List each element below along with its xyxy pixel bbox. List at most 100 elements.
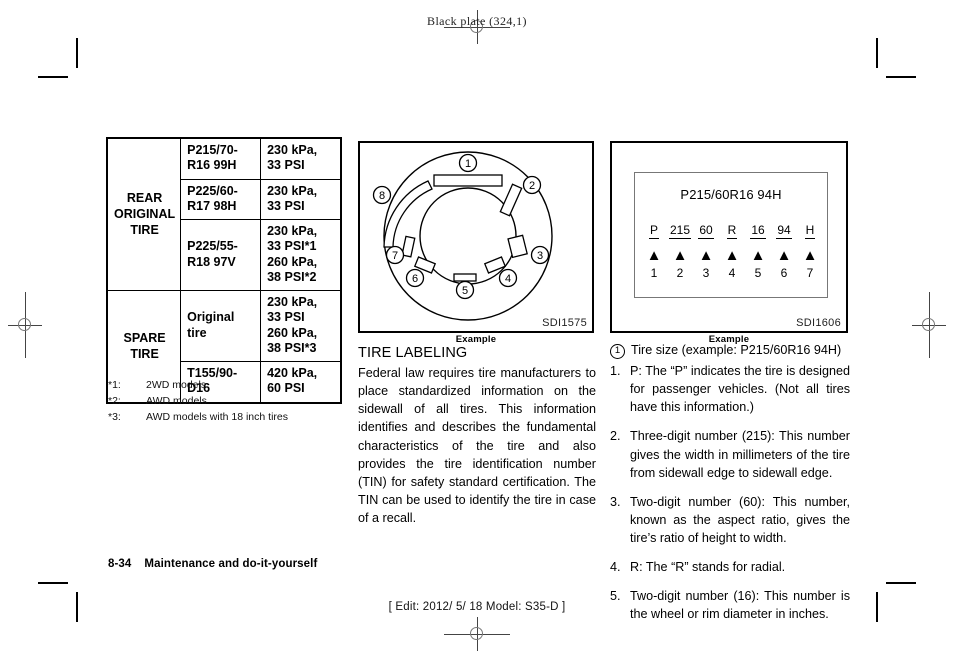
up-arrow-icon: ▲ — [646, 247, 662, 265]
segment-index: 1 — [650, 266, 658, 281]
footer-section-title: Maintenance and do-it-yourself — [144, 558, 318, 570]
callout-3: 3 — [537, 250, 543, 262]
tire-label-segment-1: P ▲ 1 — [641, 221, 667, 279]
crop-mark-top-left-v — [76, 38, 78, 68]
registration-mark-right — [912, 292, 946, 358]
segment-code: 215 — [668, 223, 692, 240]
figure-code-sdi1606: SDI1606 — [796, 317, 841, 329]
table-row: REAR ORIGINAL TIRE P215/70- R16 99H 230 … — [106, 137, 342, 291]
tire-labeling-paragraph: Federal law requires tire manufacturers … — [358, 366, 596, 525]
tire-label-segment-7: H ▲ 7 — [797, 221, 823, 279]
segment-index: 6 — [780, 266, 788, 281]
section-title-tire-labeling: TIRE LABELING — [358, 345, 468, 361]
figure-code-sdi1575: SDI1575 — [542, 317, 587, 329]
crop-mark-bottom-right-h — [886, 582, 916, 584]
crop-mark-top-left-h — [38, 76, 68, 78]
table-cell-pressure-3: 230 kPa, 33 PSI*1 260 kPa, 38 PSI*2 — [260, 219, 342, 291]
reg-ring — [18, 318, 31, 331]
reg-ring — [470, 627, 483, 640]
table-cell-size-3: P225/55- R18 97V — [180, 219, 262, 291]
up-arrow-icon: ▲ — [776, 247, 792, 265]
list-item: 3. Two-digit number (60): This number, k… — [610, 493, 850, 547]
table-cell-pressure-1: 230 kPa, 33 PSI — [260, 137, 342, 180]
footnote-3: *3: AWD models with 18 inch tires — [108, 410, 288, 426]
figure-caption-tire-sidewall: Example — [455, 334, 497, 345]
tire-label-inner-box: P215/60R16 94H P ▲ 1 215 ▲ 2 60 ▲ 3 R ▲ … — [634, 172, 828, 298]
tire-label-figure: P215/60R16 94H P ▲ 1 215 ▲ 2 60 ▲ 3 R ▲ … — [610, 141, 848, 345]
list-item: 1. P: The “P” indicates the tire is desi… — [610, 362, 850, 416]
footnote-1: *1: 2WD models — [108, 378, 288, 394]
callout-2: 2 — [529, 180, 535, 192]
edit-model-line: [ Edit: 2012/ 5/ 18 Model: S35-D ] — [388, 601, 566, 613]
callout-5: 5 — [462, 285, 468, 297]
registration-mark-left — [8, 292, 42, 358]
list-item-number: 1. — [610, 364, 621, 378]
tire-label-segment-2: 215 ▲ 2 — [667, 221, 693, 279]
crop-mark-top-right-h — [886, 76, 916, 78]
black-plate-header: Black plate (324,1) — [427, 14, 527, 28]
crop-mark-bottom-left-h — [38, 582, 68, 584]
tire-sidewall-illustration: 1 2 3 4 5 6 7 8 — [372, 151, 553, 321]
up-arrow-icon: ▲ — [698, 247, 714, 265]
segment-index: 5 — [754, 266, 762, 281]
crop-mark-top-right-v — [876, 38, 878, 68]
tire-sidewall-figure-frame: 1 2 3 4 5 6 7 8 SDI1575 — [358, 141, 594, 333]
tire-sidewall-figure: 1 2 3 4 5 6 7 8 SDI1575 Example — [358, 141, 594, 345]
table-cell-size-1: P215/70- R16 99H — [180, 137, 262, 180]
up-arrow-icon: ▲ — [802, 247, 818, 265]
callout-1: 1 — [465, 158, 471, 170]
up-arrow-icon: ▲ — [750, 247, 766, 265]
tire-size-heading: 1 Tire size (example: P215/60R16 94H) — [610, 343, 841, 359]
page-number: 8-34 — [108, 558, 132, 570]
page-footer: 8-34 Maintenance and do-it-yourself — [108, 558, 317, 570]
table-footnotes: *1: 2WD models *2: AWD models *3: AWD model… — [108, 378, 288, 426]
list-item-text: P: The “P” indicates the tire is designe… — [630, 364, 850, 415]
table-cell-pressure-4: 230 kPa, 33 PSI 260 kPa, 38 PSI*3 — [260, 290, 342, 362]
segment-code: R — [726, 223, 738, 240]
circled-number-icon: 1 — [610, 344, 625, 359]
footnote-marker: *1: — [108, 379, 121, 391]
table-cell-group-rear-original-tire: REAR ORIGINAL TIRE — [106, 137, 182, 291]
tire-size-heading-text: Tire size (example: P215/60R16 94H) — [631, 343, 842, 357]
segment-index: 2 — [676, 266, 684, 281]
footnote-text: AWD models with 18 inch tires — [146, 410, 288, 423]
tire-label-size-text: P215/60R16 94H — [680, 187, 782, 202]
list-item-number: 4. — [610, 560, 621, 575]
table-cell-size-2: P225/60- R17 98H — [180, 178, 262, 220]
tire-label-segment-3: 60 ▲ 3 — [693, 221, 719, 279]
segment-code: 94 — [776, 223, 792, 240]
callout-6: 6 — [412, 273, 418, 285]
segment-code: P — [648, 223, 659, 240]
table-row: SPARE TIRE Original tire 230 kPa, 33 PSI… — [106, 290, 342, 403]
list-item-number: 2. — [610, 429, 621, 444]
segment-code: H — [804, 223, 816, 240]
segment-code: 16 — [750, 223, 766, 240]
tire-label-figure-frame: P215/60R16 94H P ▲ 1 215 ▲ 2 60 ▲ 3 R ▲ … — [610, 141, 848, 333]
reg-ring — [922, 318, 935, 331]
list-item-number: 3. — [610, 494, 621, 509]
callout-4: 4 — [505, 273, 511, 285]
registration-mark-bottom — [444, 617, 510, 651]
callout-7: 7 — [392, 250, 398, 262]
tire-label-segment-6: 94 ▲ 6 — [771, 221, 797, 279]
tire-label-segment-5: 16 ▲ 5 — [745, 221, 771, 279]
list-item-text: R: The “R” stands for radial. — [630, 560, 786, 575]
up-arrow-icon: ▲ — [724, 247, 740, 265]
table-cell-pressure-2: 230 kPa, 33 PSI — [260, 178, 342, 220]
footnote-text: 2WD models — [146, 379, 207, 391]
tire-label-segments: P ▲ 1 215 ▲ 2 60 ▲ 3 R ▲ 4 16 ▲ 5 94 ▲ 6… — [641, 221, 823, 279]
list-item-text: Two-digit number (60): This number, know… — [630, 494, 850, 545]
footnote-text: AWD models — [146, 394, 207, 407]
footnote-marker: *2: — [108, 394, 121, 407]
segment-index: 4 — [728, 266, 736, 281]
segment-code: 60 — [698, 223, 714, 240]
footnote-2: *2: AWD models — [108, 394, 288, 410]
table-cell-size-4: Original tire — [180, 290, 262, 362]
tire-label-segment-4: R ▲ 4 — [719, 221, 745, 279]
list-item-text: Three-digit number (215): This number gi… — [630, 429, 850, 480]
tire-size-numbered-list: 1. P: The “P” indicates the tire is desi… — [610, 362, 850, 624]
tire-pressure-table: REAR ORIGINAL TIRE P215/70- R16 99H 230 … — [106, 137, 342, 404]
segment-index: 7 — [806, 266, 814, 281]
segment-index: 3 — [702, 266, 710, 281]
callout-8: 8 — [379, 190, 385, 202]
